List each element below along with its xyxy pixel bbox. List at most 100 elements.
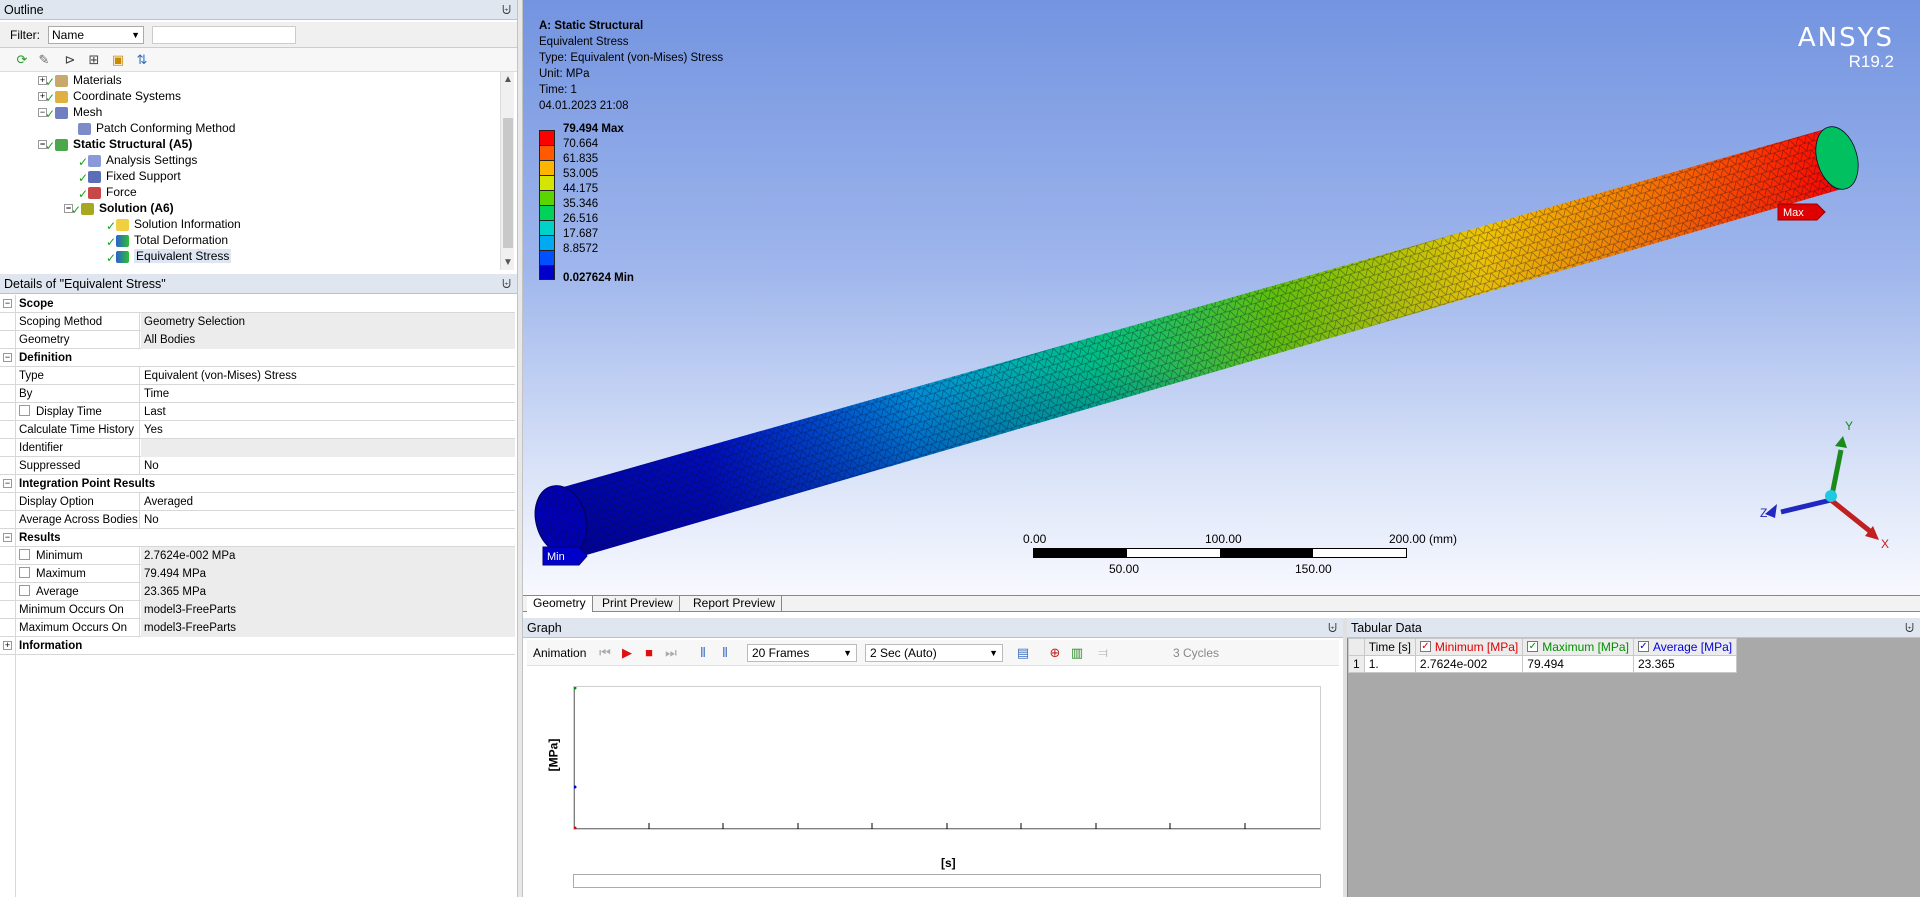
collapse-icon[interactable]: −	[3, 353, 12, 362]
details-value[interactable]: Yes	[141, 421, 515, 439]
parameter-checkbox[interactable]	[19, 585, 30, 597]
parameter-checkbox[interactable]	[19, 567, 30, 579]
pin-icon[interactable]: ⨄	[1328, 618, 1337, 638]
details-value[interactable]: Geometry Selection	[141, 313, 515, 331]
details-value[interactable]: Time	[141, 385, 515, 403]
scrollbar-thumb[interactable]	[503, 118, 513, 248]
table-cell[interactable]: 23.365	[1632, 655, 1738, 673]
min-marker[interactable]: Min	[542, 546, 588, 566]
details-value[interactable]: No	[141, 511, 515, 529]
tree-item-fixed-support[interactable]: ✓ Fixed Support	[78, 168, 181, 185]
details-value[interactable]: 23.365 MPa	[141, 583, 515, 601]
details-row-suppressed[interactable]: Suppressed No	[0, 457, 515, 475]
collapse-icon[interactable]: −	[3, 299, 12, 308]
next-frame-icon[interactable]: ⏭	[663, 645, 679, 661]
details-row-type[interactable]: Type Equivalent (von-Mises) Stress	[0, 367, 515, 385]
details-row-identifier[interactable]: Identifier	[0, 439, 515, 457]
details-row-minimum-occurs-on[interactable]: Minimum Occurs On model3-FreeParts	[0, 601, 515, 619]
tree-item-mesh[interactable]: − ✓ Mesh	[38, 104, 102, 121]
tree-item-solution-information[interactable]: ✓ Solution Information	[106, 216, 241, 233]
edit-icon[interactable]: ✎	[36, 52, 52, 68]
parameter-checkbox[interactable]	[19, 405, 30, 417]
play-icon[interactable]: ▶	[619, 645, 635, 661]
expand-all-icon[interactable]: ⊞	[86, 52, 102, 68]
tree-item-coordinate-systems[interactable]: + ✓ Coordinate Systems	[38, 88, 181, 105]
details-value[interactable]: model3-FreeParts	[141, 619, 515, 637]
frames-select[interactable]: 20 Frames ▼	[747, 644, 857, 662]
checkbox-icon[interactable]: ✓	[1527, 641, 1539, 653]
checkbox-icon[interactable]: ✓	[1637, 641, 1649, 653]
parameter-checkbox[interactable]	[19, 549, 30, 561]
column-header-time[interactable]: Time [s]	[1363, 638, 1416, 656]
scroll-up-icon[interactable]: ▲	[503, 74, 513, 85]
table-cell[interactable]: 2.7624e-002	[1414, 655, 1524, 673]
details-row-by[interactable]: By Time	[0, 385, 515, 403]
tree-item-materials[interactable]: + ✓ Materials	[38, 72, 122, 89]
details-row-average-across-bodies[interactable]: Average Across Bodies No	[0, 511, 515, 529]
animation-timeline[interactable]	[573, 874, 1321, 888]
details-row-scoping-method[interactable]: Scoping Method Geometry Selection	[0, 313, 515, 331]
filter-select[interactable]: Name ▼	[48, 26, 144, 44]
details-value[interactable]: Last	[141, 403, 515, 421]
details-row-minimum[interactable]: Minimum 2.7624e-002 MPa	[0, 547, 515, 565]
tree-item-force[interactable]: ✓ Force	[78, 184, 137, 201]
tree-item-analysis-settings[interactable]: ✓ Analysis Settings	[78, 152, 197, 169]
tree-branch-icon[interactable]: ⊳	[62, 52, 78, 68]
result-sets-icon[interactable]: ⦀	[717, 645, 733, 661]
tree-item-patch-conforming-method[interactable]: Patch Conforming Method	[74, 120, 235, 136]
tab-report-preview[interactable]: Report Preview	[687, 596, 783, 612]
scroll-down-icon[interactable]: ▼	[503, 257, 513, 268]
pin-icon[interactable]: ⨄	[502, 274, 511, 294]
details-value[interactable]: model3-FreeParts	[141, 601, 515, 619]
filter-search-input[interactable]	[152, 26, 296, 44]
previous-frame-icon[interactable]: ⏮	[597, 645, 613, 661]
details-value[interactable]: Equivalent (von-Mises) Stress	[141, 367, 515, 385]
tree-item-static-structural[interactable]: − ✓ Static Structural (A5)	[38, 136, 192, 153]
details-row-maximum[interactable]: Maximum 79.494 MPa	[0, 565, 515, 583]
sort-icon[interactable]: ⇅	[134, 52, 150, 68]
details-row-display-option[interactable]: Display Option Averaged	[0, 493, 515, 511]
pin-icon[interactable]: ⨄	[1905, 618, 1914, 638]
tree-item-solution[interactable]: − ✓ Solution (A6)	[64, 200, 174, 217]
duration-select[interactable]: 2 Sec (Auto) ▼	[865, 644, 1003, 662]
details-row-average[interactable]: Average 23.365 MPa	[0, 583, 515, 601]
distributed-frames-icon[interactable]: ⦀	[695, 645, 711, 661]
graph-plot-area[interactable]	[573, 686, 1321, 830]
cycle-icon[interactable]: ⫤	[1095, 645, 1111, 661]
details-section-definition[interactable]: − Definition	[0, 349, 515, 367]
pin-icon[interactable]: ⨄	[502, 0, 511, 20]
column-header-maximum[interactable]: ✓ Maximum [MPa]	[1522, 638, 1634, 656]
details-section-information[interactable]: + Information	[0, 637, 515, 655]
table-cell[interactable]: 79.494	[1522, 655, 1634, 673]
details-value[interactable]: Averaged	[141, 493, 515, 511]
collapse-icon[interactable]: −	[3, 479, 12, 488]
expand-icon[interactable]: +	[3, 641, 12, 650]
details-value[interactable]: No	[141, 457, 515, 475]
table-cell[interactable]: 1.	[1363, 655, 1416, 673]
search-tree-icon[interactable]: ▣	[110, 52, 126, 68]
column-header-average[interactable]: ✓ Average [MPa]	[1632, 638, 1738, 656]
checkbox-icon[interactable]: ✓	[1419, 641, 1431, 653]
details-value[interactable]: 79.494 MPa	[141, 565, 515, 583]
tab-geometry[interactable]: Geometry	[527, 596, 593, 612]
legend-toggle-icon[interactable]: ▥	[1069, 645, 1085, 661]
details-section-scope[interactable]: − Scope	[0, 295, 515, 313]
collapse-icon[interactable]: −	[3, 533, 12, 542]
tree-item-equivalent-stress[interactable]: ✓ Equivalent Stress	[106, 248, 232, 265]
refresh-icon[interactable]: ⟳	[14, 52, 30, 68]
table-row[interactable]: 1 1. 2.7624e-002 79.494 23.365	[1348, 655, 1738, 673]
tab-print-preview[interactable]: Print Preview	[596, 596, 680, 612]
details-value[interactable]: 2.7624e-002 MPa	[141, 547, 515, 565]
outline-scrollbar[interactable]: ▲ ▼	[500, 72, 514, 270]
stop-icon[interactable]: ■	[641, 645, 657, 661]
details-row-display-time[interactable]: Display Time Last	[0, 403, 515, 421]
geometry-viewport[interactable]: Max Min Y Z X A: Static Structural Equiv…	[523, 0, 1920, 595]
column-header-minimum[interactable]: ✓ Minimum [MPa]	[1414, 638, 1524, 656]
zoom-to-fit-icon[interactable]: ⊕	[1047, 645, 1063, 661]
details-row-maximum-occurs-on[interactable]: Maximum Occurs On model3-FreeParts	[0, 619, 515, 637]
details-section-integration-point-results[interactable]: − Integration Point Results	[0, 475, 515, 493]
max-marker[interactable]: Max	[1777, 203, 1826, 221]
details-value[interactable]	[141, 439, 515, 457]
details-row-calculate-time-history[interactable]: Calculate Time History Yes	[0, 421, 515, 439]
stress-contour-model[interactable]: Max Min Y Z X	[523, 0, 1920, 595]
